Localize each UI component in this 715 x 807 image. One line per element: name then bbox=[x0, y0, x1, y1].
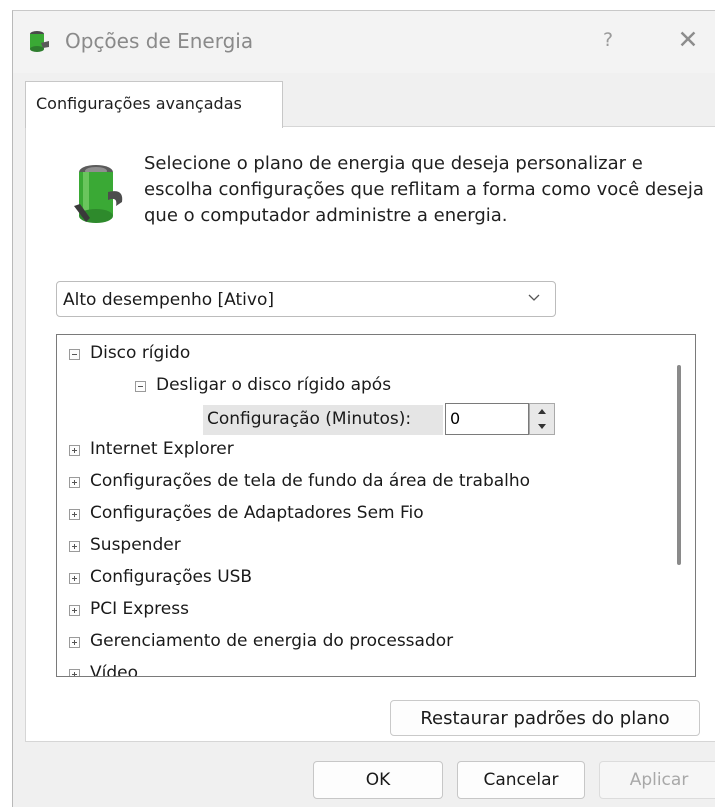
minutes-field[interactable] bbox=[445, 403, 529, 435]
ok-button[interactable]: OK bbox=[313, 761, 443, 799]
expand-icon[interactable] bbox=[69, 541, 80, 552]
tree-item-label: Configurações de tela de fundo da área d… bbox=[90, 471, 531, 491]
tab-advanced-settings[interactable]: Configurações avançadas bbox=[25, 81, 283, 128]
collapse-icon[interactable] bbox=[135, 381, 146, 392]
tree-item-label: Configurações USB bbox=[90, 567, 253, 587]
cancel-button[interactable]: Cancelar bbox=[457, 761, 585, 799]
expand-icon[interactable] bbox=[69, 669, 80, 676]
tree-item-label: Vídeo bbox=[90, 663, 139, 677]
tree-scrollbar[interactable] bbox=[677, 365, 681, 565]
spin-down-icon[interactable] bbox=[530, 419, 554, 434]
tree-item-label: Disco rígido bbox=[90, 343, 191, 363]
minutes-input[interactable] bbox=[450, 407, 510, 429]
tree-item-label: Gerenciamento de energia do processador bbox=[90, 631, 454, 651]
expand-icon[interactable] bbox=[69, 637, 80, 648]
minutes-stepper[interactable] bbox=[529, 403, 555, 435]
collapse-icon[interactable] bbox=[69, 349, 80, 360]
power-options-icon bbox=[30, 31, 49, 52]
selected-plan: Alto desempenho [Ativo] bbox=[63, 290, 274, 310]
tree-item-label: PCI Express bbox=[90, 599, 189, 619]
tab-label: Configurações avançadas bbox=[36, 94, 242, 113]
expand-icon[interactable] bbox=[69, 605, 80, 616]
power-plan-dropdown[interactable]: Alto desempenho [Ativo] bbox=[56, 281, 556, 317]
tree-item-label: Configurações de Adaptadores Sem Fio bbox=[90, 503, 424, 523]
plan-description: Selecione o plano de energia que deseja … bbox=[144, 153, 704, 226]
tree-item-label: Desligar o disco rígido após bbox=[156, 375, 392, 395]
power-options-dialog: Opções de Energia ? ✕ Configurações avan… bbox=[12, 10, 715, 807]
setting-minutes-label: Configuração (Minutos): bbox=[203, 405, 443, 435]
chevron-down-icon bbox=[528, 294, 540, 301]
settings-tree[interactable]: Disco rígido Desligar o disco rígido apó… bbox=[56, 334, 696, 677]
close-button[interactable]: ✕ bbox=[670, 23, 706, 57]
expand-icon[interactable] bbox=[69, 509, 80, 520]
expand-icon[interactable] bbox=[69, 573, 80, 584]
expand-icon[interactable] bbox=[69, 477, 80, 488]
battery-icon bbox=[74, 165, 123, 223]
tree-item-label: Suspender bbox=[90, 535, 181, 555]
title-bar[interactable]: Opções de Energia ? ✕ bbox=[13, 11, 715, 73]
advanced-settings-panel: Selecione o plano de energia que deseja … bbox=[25, 126, 715, 742]
help-button[interactable]: ? bbox=[593, 25, 623, 55]
restore-defaults-button[interactable]: Restaurar padrões do plano bbox=[390, 700, 700, 736]
spin-up-icon[interactable] bbox=[530, 404, 554, 419]
apply-button[interactable]: Aplicar bbox=[599, 761, 715, 799]
tree-item-label: Internet Explorer bbox=[90, 439, 234, 459]
window-title: Opções de Energia bbox=[65, 29, 254, 53]
expand-icon[interactable] bbox=[69, 445, 80, 456]
